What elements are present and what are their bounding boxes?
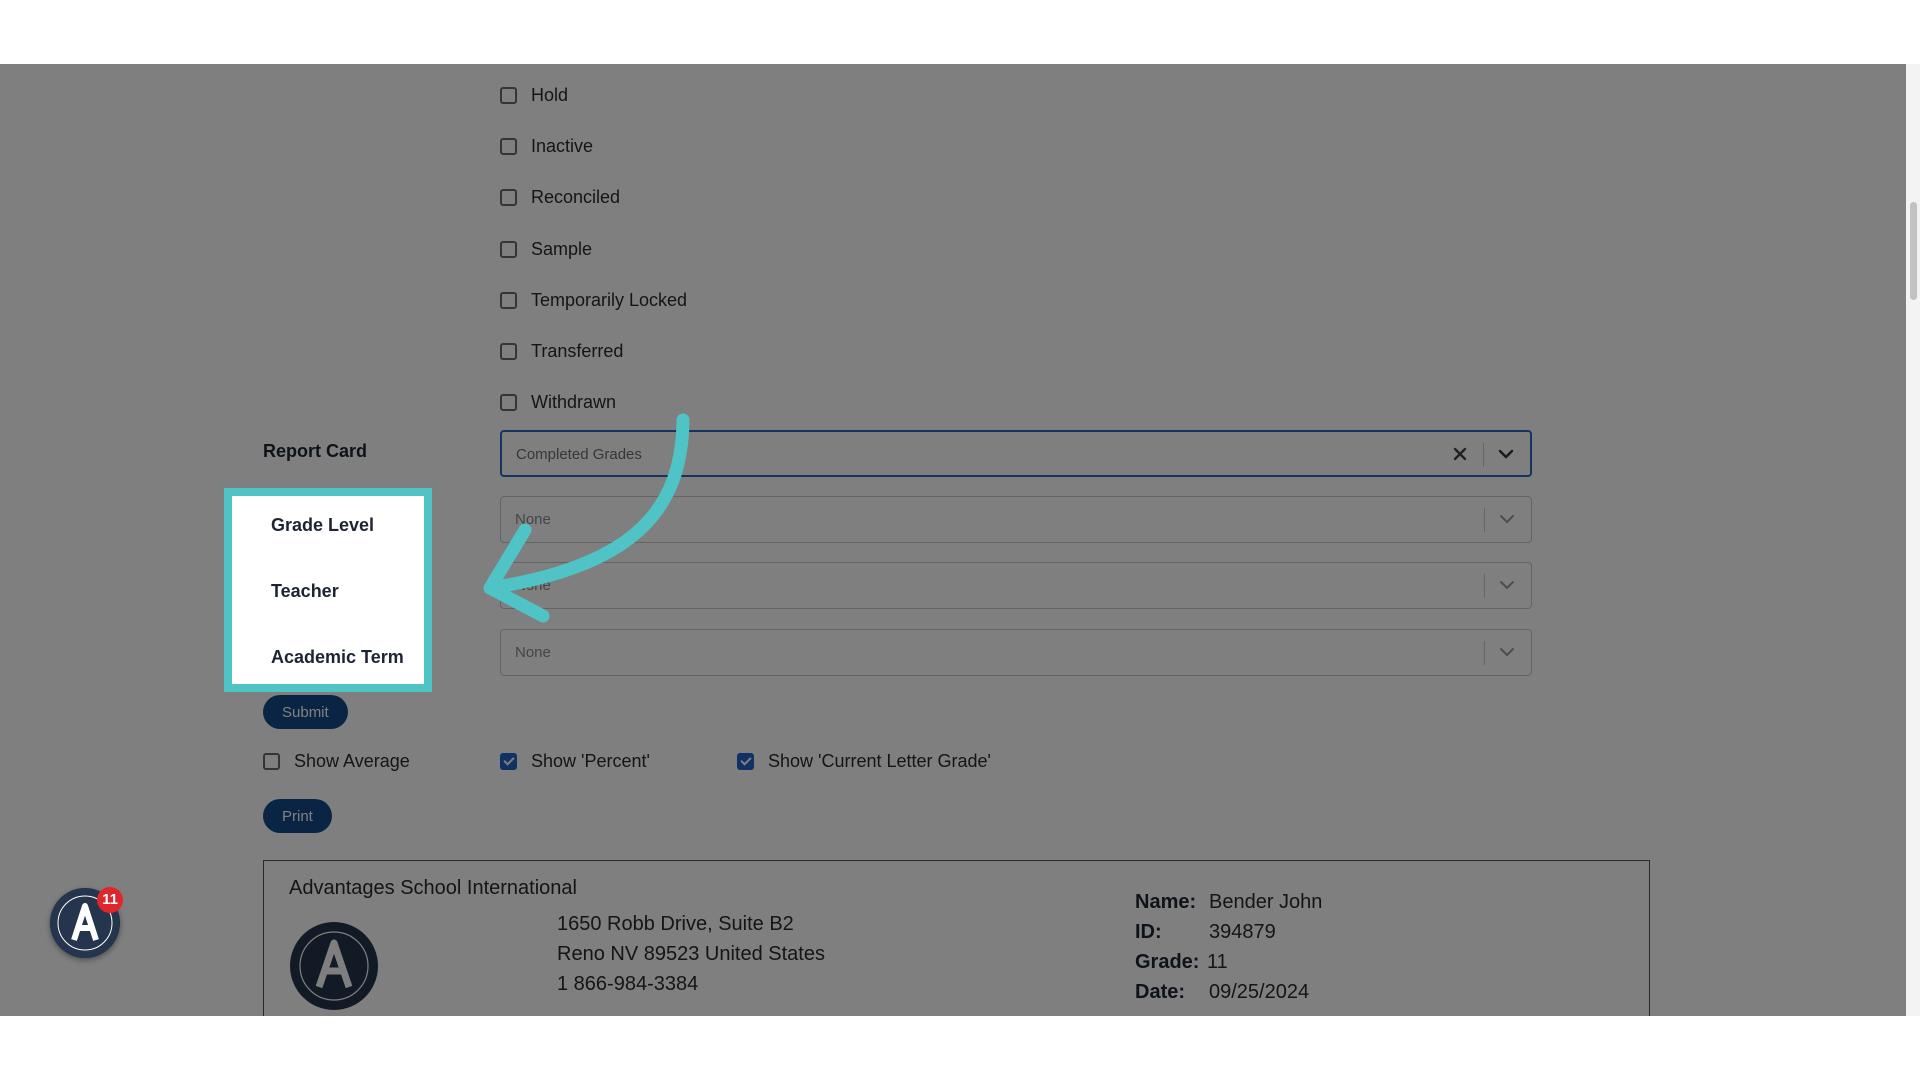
- date-value: 09/25/2024: [1209, 981, 1310, 1003]
- checkbox-box[interactable]: [500, 291, 517, 309]
- grade-value: 11: [1207, 951, 1228, 973]
- notification-count-badge[interactable]: 11: [97, 887, 123, 913]
- checkbox-hold[interactable]: Hold: [500, 84, 568, 106]
- name-value: Bender John: [1209, 891, 1323, 913]
- id-value: 394879: [1209, 921, 1276, 943]
- checkbox-box[interactable]: [500, 240, 517, 258]
- checkbox-box[interactable]: [500, 393, 517, 411]
- checkbox-temporarily-locked[interactable]: Temporarily Locked: [500, 289, 687, 311]
- chevron-down-icon[interactable]: [1495, 640, 1519, 664]
- phone-number: 1 866-984-3384: [557, 973, 699, 995]
- report-card-value: Completed Grades: [516, 446, 642, 463]
- id-label: ID:: [1135, 921, 1162, 943]
- clear-icon[interactable]: [1450, 444, 1470, 464]
- date-label: Date:: [1135, 981, 1186, 1003]
- academic-term-select[interactable]: None: [500, 629, 1532, 676]
- school-name: Advantages School International: [289, 877, 577, 899]
- academic-term-value: None: [515, 644, 551, 661]
- show-letter-grade-option[interactable]: Show 'Current Letter Grade': [737, 750, 991, 772]
- checkbox-reconciled[interactable]: Reconciled: [500, 186, 620, 208]
- select-separator: [1483, 443, 1484, 467]
- checkbox-sample[interactable]: Sample: [500, 238, 592, 260]
- school-seal-logo: [290, 922, 378, 1010]
- checkbox-box[interactable]: [500, 342, 517, 360]
- grade-label: Grade:: [1135, 951, 1200, 973]
- chevron-down-icon[interactable]: [1494, 442, 1518, 466]
- teacher-select[interactable]: None: [500, 562, 1532, 609]
- teacher-value: None: [515, 577, 551, 594]
- select-separator: [1484, 574, 1485, 598]
- grade-level-value: None: [515, 511, 551, 528]
- highlight-box: Grade Level Teacher Academic Term: [224, 488, 432, 692]
- chevron-down-icon[interactable]: [1495, 507, 1519, 531]
- checkbox-transferred[interactable]: Transferred: [500, 340, 623, 362]
- checkbox-withdrawn[interactable]: Withdrawn: [500, 391, 616, 413]
- address-line-2: Reno NV 89523 United States: [557, 943, 825, 965]
- checkbox-box-checked[interactable]: [737, 752, 754, 770]
- grade-level-label: Grade Level: [271, 515, 375, 535]
- show-percent-label: Show 'Percent': [531, 750, 650, 771]
- show-average-label: Show Average: [294, 750, 410, 771]
- show-letter-grade-label: Show 'Current Letter Grade': [768, 750, 991, 771]
- submit-button[interactable]: Submit: [263, 695, 348, 729]
- report-card-label: Report Card: [263, 441, 368, 461]
- grade-level-select[interactable]: None: [500, 496, 1532, 543]
- show-percent-option[interactable]: Show 'Percent': [500, 750, 650, 772]
- checkbox-box[interactable]: [263, 752, 280, 770]
- vertical-scrollbar[interactable]: [1906, 64, 1920, 1016]
- checkbox-inactive[interactable]: Inactive: [500, 135, 593, 157]
- report-card-select[interactable]: Completed Grades: [500, 430, 1532, 477]
- checkbox-box[interactable]: [500, 137, 517, 155]
- print-button[interactable]: Print: [263, 799, 332, 833]
- scrollbar-thumb[interactable]: [1910, 202, 1917, 300]
- checkbox-label: Withdrawn: [531, 391, 617, 412]
- checkbox-box-checked[interactable]: [500, 752, 517, 770]
- academic-term-label: Academic Term: [271, 647, 404, 667]
- checkbox-label: Hold: [531, 84, 569, 105]
- checkbox-box[interactable]: [500, 86, 517, 104]
- select-separator: [1484, 641, 1485, 665]
- show-average-option[interactable]: Show Average: [263, 750, 410, 772]
- checkbox-label: Temporarily Locked: [531, 289, 688, 310]
- checkbox-label: Sample: [531, 238, 593, 259]
- checkbox-label: Inactive: [531, 135, 594, 156]
- checkbox-label: Reconciled: [531, 186, 621, 207]
- teacher-label: Teacher: [271, 581, 339, 601]
- select-separator: [1484, 508, 1485, 532]
- checkbox-label: Transferred: [531, 340, 624, 361]
- report-card-preview: Advantages School International 1650 Rob…: [263, 860, 1650, 1016]
- chevron-down-icon[interactable]: [1495, 573, 1519, 597]
- name-label: Name:: [1135, 891, 1197, 913]
- address-line-1: 1650 Robb Drive, Suite B2: [557, 913, 794, 935]
- checkbox-box[interactable]: [500, 188, 517, 206]
